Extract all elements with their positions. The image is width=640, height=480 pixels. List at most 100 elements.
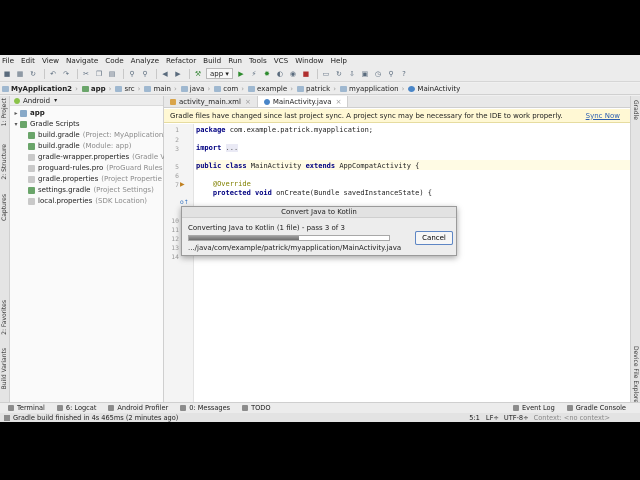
- tab-device-file-explorer[interactable]: Device File Explorer: [632, 346, 639, 405]
- menu-run[interactable]: Run: [228, 56, 242, 65]
- run-icon[interactable]: ▶: [236, 69, 246, 79]
- tab-build-variants[interactable]: Build Variants: [1, 348, 8, 389]
- sdk-manager-icon[interactable]: ⇩: [347, 69, 357, 79]
- todo-tab[interactable]: TODO: [242, 404, 271, 412]
- tree-item-build-gradle-module[interactable]: build.gradle (Module: app): [28, 141, 131, 151]
- attach-debugger-icon[interactable]: ◉: [288, 69, 298, 79]
- project-view-selector[interactable]: Android ▾: [10, 96, 163, 106]
- menu-tools[interactable]: Tools: [249, 56, 267, 65]
- tab-captures[interactable]: Captures: [1, 194, 8, 221]
- paste-icon[interactable]: ▤: [107, 69, 117, 79]
- breadcrumb-item[interactable]: com ›: [214, 85, 244, 93]
- line-separator[interactable]: LF÷: [486, 414, 499, 422]
- breadcrumb: MyApplication2 › app › src › main › java › co…: [0, 83, 640, 95]
- find-icon[interactable]: ⚲: [127, 69, 137, 79]
- messages-tab[interactable]: 0: Messages: [180, 404, 230, 412]
- copy-icon[interactable]: ❐: [94, 69, 104, 79]
- debug-icon[interactable]: ✸: [262, 69, 272, 79]
- breadcrumb-item[interactable]: patrick ›: [297, 85, 336, 93]
- breadcrumb-item[interactable]: src ›: [115, 85, 140, 93]
- override-gutter-icon[interactable]: o↑: [180, 199, 189, 206]
- keyword-protected-void: protected void: [196, 189, 277, 197]
- close-icon[interactable]: ×: [336, 98, 342, 106]
- tree-item-gradle-scripts[interactable]: ▾ Gradle Scripts: [12, 119, 79, 129]
- save-all-icon[interactable]: ▦: [15, 69, 25, 79]
- menu-view[interactable]: View: [42, 56, 59, 65]
- tab-gradle[interactable]: Gradle: [632, 100, 639, 120]
- line-number: 10: [171, 217, 179, 225]
- sync-gradle-icon[interactable]: ↻: [334, 69, 344, 79]
- menu-build[interactable]: Build: [203, 56, 221, 65]
- breadcrumb-item[interactable]: MyApplication2 ›: [2, 85, 78, 93]
- tree-item-proguard[interactable]: proguard-rules.pro (ProGuard Rules: [28, 163, 163, 173]
- project-icon: [2, 85, 9, 92]
- menu-analyze[interactable]: Analyze: [131, 56, 159, 65]
- sync-now-link[interactable]: Sync Now: [586, 112, 620, 120]
- terminal-tab[interactable]: Terminal: [8, 404, 45, 412]
- breadcrumb-item[interactable]: java ›: [180, 85, 210, 93]
- tree-item-settings-gradle[interactable]: settings.gradle (Project Settings): [28, 185, 154, 195]
- tree-item-build-gradle-project[interactable]: build.gradle (Project: MyApplication2): [28, 130, 171, 140]
- make-project-icon[interactable]: ⚒: [193, 69, 203, 79]
- stop-icon[interactable]: ■: [301, 69, 311, 79]
- tab-favorites[interactable]: 2: Favorites: [1, 300, 8, 335]
- breadcrumb-item[interactable]: myapplication ›: [340, 85, 404, 93]
- right-tool-strip: Gradle Device File Explorer: [630, 96, 640, 405]
- tab-project[interactable]: 1: Project: [1, 98, 8, 126]
- sync-icon[interactable]: ↻: [28, 69, 38, 79]
- run-gutter-icon[interactable]: ▶: [180, 181, 185, 188]
- project-structure-icon[interactable]: ▣: [360, 69, 370, 79]
- event-log-tab[interactable]: Event Log: [513, 404, 555, 412]
- method-signature: onCreate(Bundle savedInstanceState) {: [276, 189, 433, 197]
- redo-icon[interactable]: ↷: [61, 69, 71, 79]
- apply-changes-icon[interactable]: ⚡: [249, 69, 259, 79]
- menu-file[interactable]: File: [2, 56, 14, 65]
- context-indicator[interactable]: Context: <no context>: [534, 414, 610, 422]
- breadcrumb-item[interactable]: MainActivity: [408, 85, 460, 93]
- forward-icon[interactable]: ▶: [173, 69, 183, 79]
- line-number: 13: [171, 244, 179, 252]
- help-icon[interactable]: ?: [399, 69, 409, 79]
- profiler-tab[interactable]: Android Profiler: [108, 404, 168, 412]
- tab-mainactivity-java[interactable]: MainActivity.java ×: [257, 96, 349, 107]
- status-message[interactable]: Gradle build finished in 4s 465ms (2 min…: [13, 414, 178, 422]
- menu-navigate[interactable]: Navigate: [66, 56, 98, 65]
- android-profiler-icon[interactable]: ◷: [373, 69, 383, 79]
- code-editor[interactable]: package com.example.patrick.myapplicatio…: [196, 124, 630, 402]
- menu-window[interactable]: Window: [295, 56, 323, 65]
- breadcrumb-item[interactable]: app ›: [81, 85, 111, 93]
- breadcrumb-item[interactable]: example ›: [248, 85, 293, 93]
- cut-icon[interactable]: ✂: [81, 69, 91, 79]
- line-number: 11: [171, 226, 179, 234]
- menu-help[interactable]: Help: [331, 56, 347, 65]
- back-icon[interactable]: ◀: [160, 69, 170, 79]
- menu-edit[interactable]: Edit: [21, 56, 35, 65]
- folded-imports[interactable]: ...: [225, 144, 239, 152]
- file-encoding[interactable]: UTF-8÷: [504, 414, 529, 422]
- tab-structure[interactable]: 2: Structure: [1, 144, 8, 180]
- menu-code[interactable]: Code: [105, 56, 123, 65]
- replace-icon[interactable]: ⚲: [140, 69, 150, 79]
- tree-item-gradle-wrapper[interactable]: gradle-wrapper.properties (Gradle V: [28, 152, 165, 162]
- tree-item-app[interactable]: ▸ app: [12, 108, 44, 118]
- breadcrumb-item[interactable]: main ›: [144, 85, 177, 93]
- menu-vcs[interactable]: VCS: [274, 56, 289, 65]
- close-icon[interactable]: ×: [245, 98, 251, 106]
- run-config-select[interactable]: app ▾: [206, 68, 233, 79]
- status-toggle-icon[interactable]: [4, 414, 10, 421]
- tree-item-local-properties[interactable]: local.properties (SDK Location): [28, 196, 147, 206]
- search-everywhere-icon[interactable]: ⚲: [386, 69, 396, 79]
- tab-activity-main-xml[interactable]: activity_main.xml ×: [164, 96, 258, 107]
- undo-icon[interactable]: ↶: [48, 69, 58, 79]
- caret-position[interactable]: 5:1: [469, 414, 480, 422]
- profile-icon[interactable]: ◐: [275, 69, 285, 79]
- tree-item-gradle-properties[interactable]: gradle.properties (Project Propertie: [28, 174, 162, 184]
- cancel-button[interactable]: Cancel: [415, 231, 453, 245]
- line-number: 2: [175, 136, 179, 144]
- logcat-tab[interactable]: 6: Logcat: [56, 404, 96, 412]
- menu-refactor[interactable]: Refactor: [166, 56, 196, 65]
- android-studio-window: File Edit View Navigate Code Analyze Ref…: [0, 55, 640, 422]
- open-folder-icon[interactable]: ■: [2, 69, 12, 79]
- gradle-console-tab[interactable]: Gradle Console: [566, 404, 626, 412]
- avd-manager-icon[interactable]: ▭: [321, 69, 331, 79]
